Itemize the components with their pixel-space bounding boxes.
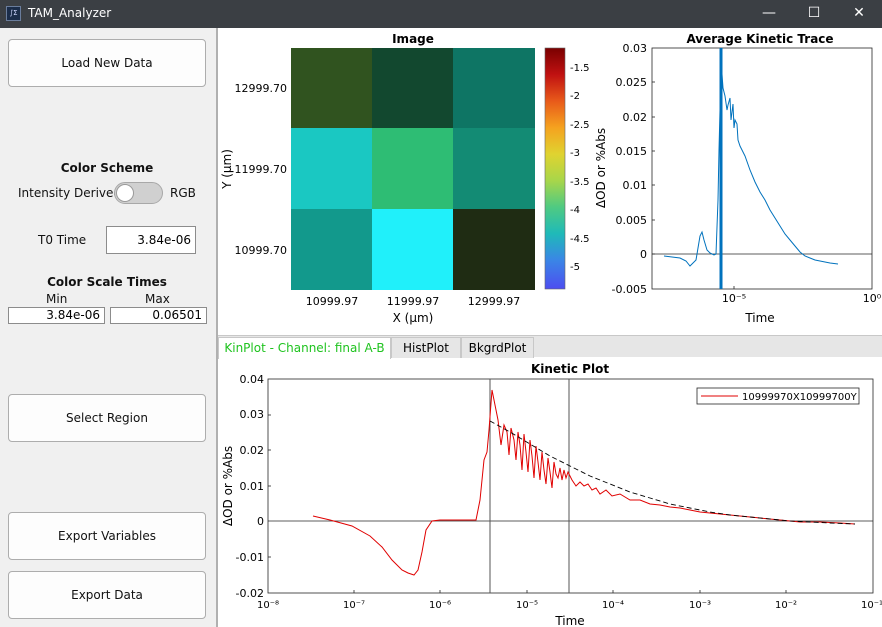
color-scheme-toggle[interactable] bbox=[114, 182, 163, 204]
plot-area bbox=[218, 28, 882, 627]
export-variables-button[interactable]: Export Variables bbox=[8, 512, 206, 560]
close-button[interactable]: ✕ bbox=[836, 0, 882, 28]
max-label: Max bbox=[145, 292, 170, 306]
min-label: Min bbox=[46, 292, 68, 306]
color-scale-max-field[interactable]: 0.06501 bbox=[110, 307, 207, 324]
minimize-button[interactable]: — bbox=[746, 0, 792, 28]
t0-time-label: T0 Time bbox=[38, 233, 87, 247]
maximize-button[interactable]: ☐ bbox=[791, 0, 837, 28]
color-scheme-heading: Color Scheme bbox=[60, 161, 154, 175]
color-scale-times-heading: Color Scale Times bbox=[47, 275, 167, 289]
color-scale-min-field[interactable]: 3.84e-06 bbox=[8, 307, 105, 324]
toggle-knob bbox=[116, 184, 134, 202]
t0-time-field[interactable]: 3.84e-06 bbox=[106, 226, 196, 254]
intensity-derived-label: Intensity Derived bbox=[18, 186, 122, 200]
window-title: TAM_Analyzer bbox=[28, 6, 112, 20]
rgb-label: RGB bbox=[170, 186, 196, 200]
tab-kinplot[interactable]: KinPlot - Channel: final A-B bbox=[218, 337, 391, 359]
tab-histplot[interactable]: HistPlot bbox=[391, 337, 461, 358]
export-data-button[interactable]: Export Data bbox=[8, 571, 206, 619]
app-icon: ∫Σ bbox=[6, 6, 21, 21]
plot-tabs: KinPlot - Channel: final A-B HistPlot Bk… bbox=[218, 335, 882, 359]
control-panel: Load New Data Color Scheme Intensity Der… bbox=[0, 28, 216, 627]
select-region-button[interactable]: Select Region bbox=[8, 394, 206, 442]
load-new-data-button[interactable]: Load New Data bbox=[8, 39, 206, 87]
tab-bkgrdplot[interactable]: BkgrdPlot bbox=[461, 337, 534, 358]
window-titlebar: ∫Σ TAM_Analyzer — ☐ ✕ bbox=[0, 0, 882, 28]
